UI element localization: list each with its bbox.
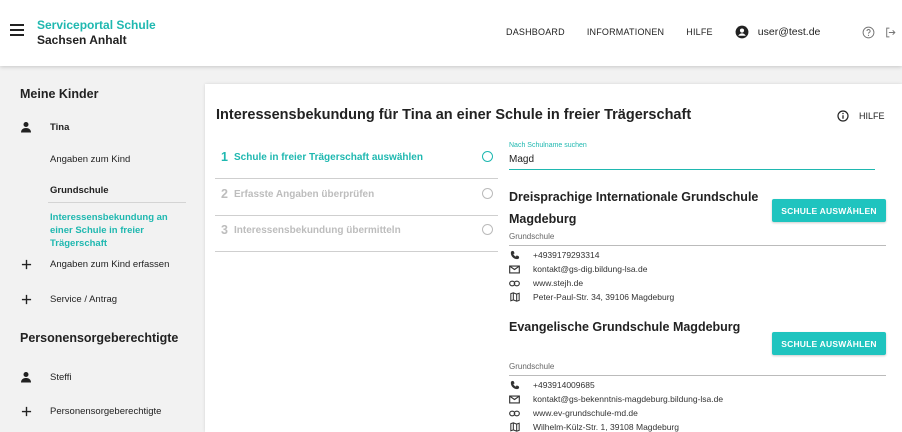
sidebar-item-guardian[interactable]: Steffi [20,371,71,383]
heading-meine-kinder: Meine Kinder [20,87,99,101]
link-icon [509,408,520,418]
user-email: user@test.de [757,26,821,38]
phone-text: +4939179293314 [533,250,600,260]
brand-subtitle: Sachsen Anhalt [37,33,127,47]
select-school-button[interactable]: SCHULE AUSWÄHLEN [772,332,886,355]
search-label: Nach Schulname suchen [509,142,587,149]
sidebar-item-angaben[interactable]: Angaben zum Kind [50,154,130,165]
step-2[interactable]: 2 Erfasste Angaben überprüfen [215,185,498,216]
mail-icon [509,394,520,404]
child-name: Tina [50,121,70,133]
sidebar-item-add-child[interactable]: Angaben zum Kind erfassen [20,258,169,270]
website-text: www.ev-grundschule-md.de [533,408,638,418]
page-title: Interessensbekundung für Tina an einer S… [216,107,692,123]
step-3[interactable]: 3 Interessensbekundung übermitteln [215,221,498,252]
plus-icon [20,293,32,305]
step-status-icon [482,151,493,162]
plus-icon [20,405,32,417]
school-email[interactable]: kontakt@gs-bekenntnis-magdeburg.bildung-… [509,394,723,404]
sidebar-item-service[interactable]: Service / Antrag [20,293,117,305]
phone-text: +493914009685 [533,380,595,390]
help-circle-icon[interactable] [862,26,875,39]
address-text: Wilhelm-Külz-Str. 1, 39108 Magdeburg [533,422,679,432]
step-1[interactable]: 1 Schule in freier Trägerschaft auswähle… [215,148,498,179]
sidebar-item-guardians[interactable]: Personensorgeberechtigte [20,405,161,417]
help-button[interactable]: HILFE [837,110,885,122]
website-text: www.stejh.de [533,278,584,288]
person-icon [20,371,32,383]
sidebar-item-child[interactable]: Tina [20,121,69,133]
service-label: Service / Antrag [50,293,118,305]
sidebar: Meine Kinder Tina Angaben zum Kind Grund… [0,74,196,432]
school-phone: +4939179293314 [509,250,599,260]
menu-icon[interactable] [10,24,24,36]
add-child-label: Angaben zum Kind erfassen [50,258,170,270]
school-phone: +493914009685 [509,380,595,390]
nav-informationen[interactable]: INFORMATIONEN [587,27,664,37]
guardian-name: Steffi [50,371,72,383]
help-label: HILFE [859,111,885,121]
heading-personensorgeberechtigte: Personensorgeberechtigte [20,331,179,345]
address-text: Peter-Paul-Str. 34, 39106 Magdeburg [533,292,675,302]
step-label: Interessensbekundung übermitteln [234,225,401,236]
person-icon [20,121,32,133]
plus-icon [20,258,32,270]
school-divider [509,375,886,376]
school-website[interactable]: www.ev-grundschule-md.de [509,408,638,418]
search-input[interactable] [509,152,869,166]
brand-title: Serviceportal Schule [37,18,156,32]
school-name: Dreisprachige Internationale Grundschule… [509,190,759,226]
sidebar-item-interessensbekundung[interactable]: Interessensbekundung an einer Schule in … [50,211,190,250]
email-text: kontakt@gs-dig.bildung-lsa.de [533,264,648,274]
logout-icon[interactable] [884,26,897,39]
step-number: 1 [221,150,228,164]
link-icon [509,278,520,288]
info-icon [837,110,849,122]
school-email[interactable]: kontakt@gs-dig.bildung-lsa.de [509,264,647,274]
school-address: Wilhelm-Külz-Str. 1, 39108 Magdeburg [509,422,679,432]
school-search: Nach Schulname suchen [509,140,875,170]
brand[interactable]: Serviceportal Schule Sachsen Anhalt [37,18,156,48]
select-school-button[interactable]: SCHULE AUSWÄHLEN [772,199,886,222]
phone-icon [509,250,520,260]
nav-dashboard[interactable]: DASHBOARD [506,27,565,37]
map-icon [509,292,520,302]
user-menu[interactable]: user@test.de [735,25,821,39]
school-type: Grundschule [509,362,555,371]
school-address: Peter-Paul-Str. 34, 39106 Magdeburg [509,292,674,302]
step-label: Schule in freier Trägerschaft auswählen [234,152,423,163]
mail-icon [509,264,520,274]
step-status-icon [482,188,493,199]
map-icon [509,422,520,432]
school-website[interactable]: www.stejh.de [509,278,583,288]
app-header: Serviceportal Schule Sachsen Anhalt DASH… [0,0,902,66]
sidebar-item-grundschule[interactable]: Grundschule [50,185,109,196]
guardians-label: Personensorgeberechtigte [50,405,162,417]
school-type: Grundschule [509,232,555,241]
nav-hilfe[interactable]: HILFE [686,27,713,37]
sidebar-divider [48,202,186,203]
step-number: 3 [221,223,228,237]
email-text: kontakt@gs-bekenntnis-magdeburg.bildung-… [533,394,724,404]
top-nav: DASHBOARD INFORMATIONEN HILFE user@test.… [506,25,820,39]
phone-icon [509,380,520,390]
main-card: Interessensbekundung für Tina an einer S… [205,84,902,432]
school-divider [509,245,886,246]
step-number: 2 [221,187,228,201]
user-icon [735,25,749,39]
school-name: Evangelische Grundschule Magdeburg [509,320,741,334]
step-status-icon [482,224,493,235]
step-label: Erfasste Angaben überprüfen [234,189,375,200]
